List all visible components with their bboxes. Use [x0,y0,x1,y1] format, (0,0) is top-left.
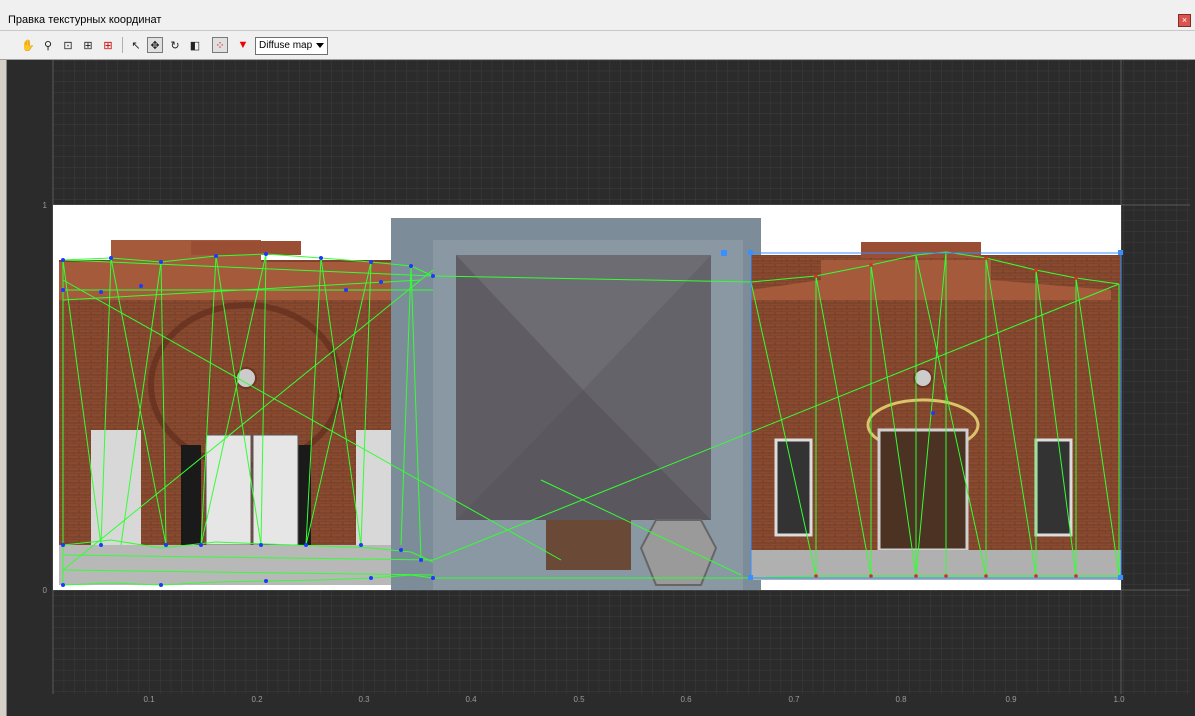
uv-canvas[interactable]: 1 0 0.1 0.2 0.3 0.4 0.5 0.6 0.7 0.8 0.9 … [7,60,1195,716]
zoom-selected-icon[interactable]: ⊞ [100,37,116,53]
right-facade-texture [751,242,1121,580]
scale-icon[interactable]: ◧ [187,37,203,53]
map-select-value: Diffuse map [259,40,313,51]
zoom-icon[interactable]: ⚲ [40,37,56,53]
toolbar-separator [122,37,123,53]
y-tick-label: 1 [43,201,48,210]
filter-icon[interactable]: ▼ [235,37,251,53]
vertex-mode-icon[interactable]: ⁘ [212,37,228,53]
select-icon[interactable]: ↖ [128,37,144,53]
map-select[interactable]: Diffuse map [255,37,328,55]
x-tick-label: 1.0 [1113,695,1125,704]
left-facade-texture [59,240,431,585]
title-bar: Правка текстурных координат × [0,0,1195,31]
pan-icon[interactable]: ✋ [20,37,36,53]
x-tick-label: 0.6 [680,695,692,704]
uv-viewport[interactable]: 1 0 0.1 0.2 0.3 0.4 0.5 0.6 0.7 0.8 0.9 … [6,60,1195,716]
zoom-region-icon[interactable]: ⊡ [60,37,76,53]
x-tick-label: 0.7 [788,695,800,704]
window-title: Правка текстурных координат [8,14,162,26]
x-tick-label: 0.2 [251,695,263,704]
zoom-extents-icon[interactable]: ⊞ [80,37,96,53]
x-tick-label: 0.1 [143,695,155,704]
rotate-icon[interactable]: ↻ [167,37,183,53]
chevron-down-icon [316,43,324,48]
move-icon[interactable]: ✥ [147,37,163,53]
y-tick-label: 0 [43,586,48,595]
x-tick-label: 0.9 [1005,695,1017,704]
x-tick-label: 0.3 [358,695,370,704]
roof-texture [391,218,761,590]
toolbar: ✋ ⚲ ⊡ ⊞ ⊞ ↖ ✥ ↻ ◧ ⁘ ▼ [0,31,1195,60]
close-icon[interactable]: × [1178,14,1191,27]
x-tick-label: 0.4 [465,695,477,704]
x-tick-label: 0.8 [895,695,907,704]
x-tick-label: 0.5 [573,695,585,704]
